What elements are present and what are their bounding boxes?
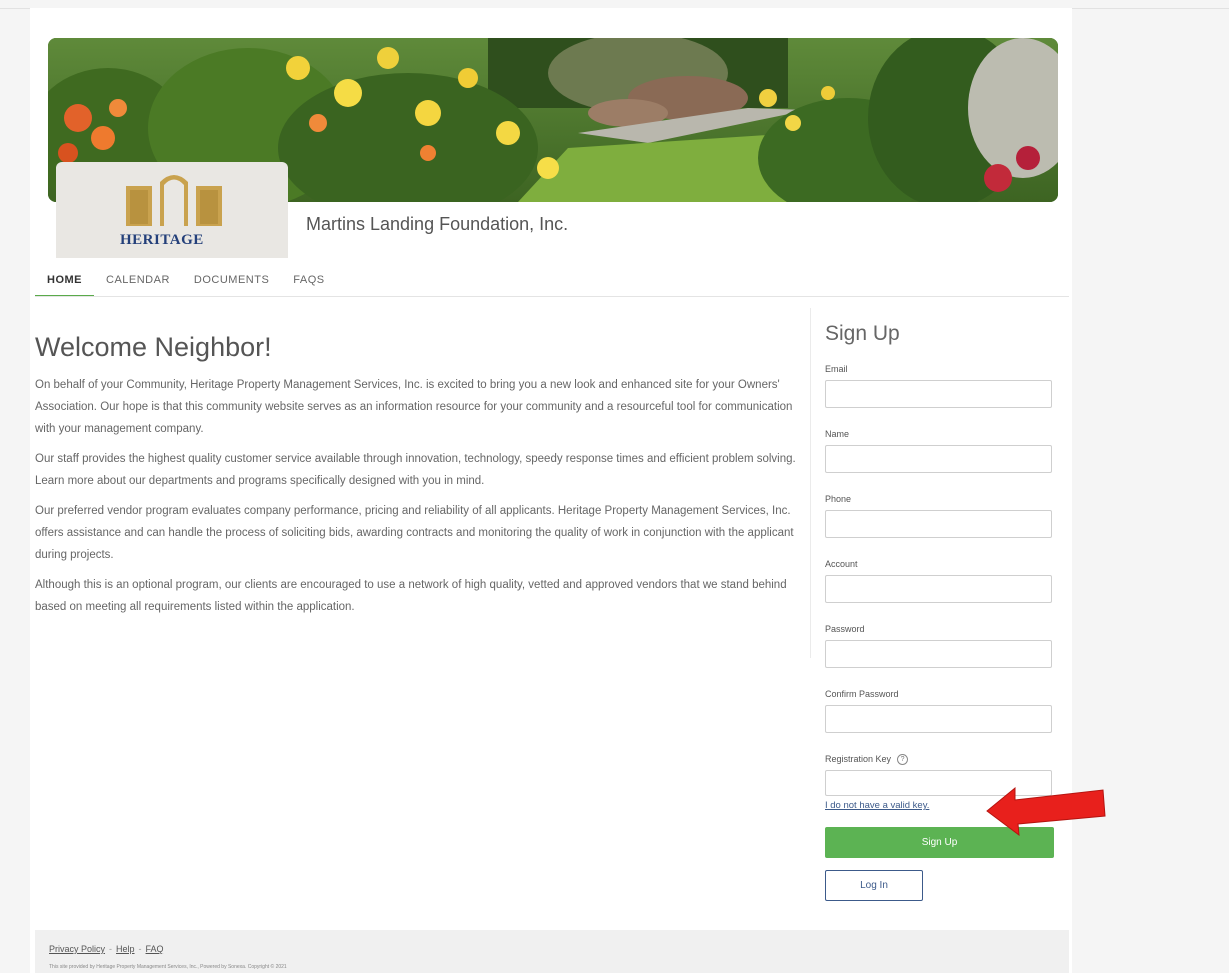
registration-key-label-row: Registration Key? (825, 752, 1055, 766)
signup-title: Sign Up (825, 322, 900, 345)
paragraph-optional: Although this is an optional program, ou… (35, 579, 787, 613)
footer: Privacy Policy - Help - FAQ This site provid… (35, 930, 1069, 973)
paragraph-staff: Our staff provides the highest quality c… (35, 453, 796, 487)
nav-calendar[interactable]: CALENDAR (94, 271, 182, 297)
paragraph-vendor: Our preferred vendor program evaluates c… (35, 505, 794, 561)
main-nav: HOME CALENDAR DOCUMENTS FAQS (35, 271, 337, 297)
nav-divider (35, 296, 1069, 297)
nav-faqs[interactable]: FAQS (281, 271, 336, 297)
email-field[interactable] (825, 380, 1052, 408)
faq-link[interactable]: FAQ (146, 944, 164, 954)
confirm-password-label: Confirm Password (825, 689, 899, 699)
account-label: Account (825, 559, 858, 569)
email-label: Email (825, 364, 848, 374)
registration-key-label: Registration Key (825, 754, 892, 764)
help-link[interactable]: Help (116, 944, 135, 954)
privacy-policy-link[interactable]: Privacy Policy (49, 944, 105, 954)
phone-label: Phone (825, 494, 852, 504)
organization-name: Martins Landing Foundation, Inc. (306, 214, 569, 234)
paragraph-intro: On behalf of your Community, Heritage Pr… (35, 379, 793, 435)
password-label: Password (825, 624, 865, 634)
red-arrow-icon (986, 786, 1106, 836)
gate-logo-icon (126, 175, 222, 226)
phone-field[interactable] (825, 510, 1052, 538)
name-field[interactable] (825, 445, 1052, 473)
confirm-password-field[interactable] (825, 705, 1052, 733)
password-field[interactable] (825, 640, 1052, 668)
nav-home[interactable]: HOME (35, 271, 94, 297)
logo-text: HERITAGE (120, 232, 204, 248)
page-title: Welcome Neighbor! (35, 332, 272, 362)
footer-links: Privacy Policy - Help - FAQ (49, 944, 164, 954)
welcome-text: On behalf of your Community, Heritage Pr… (35, 374, 800, 626)
nav-documents[interactable]: DOCUMENTS (182, 271, 281, 297)
question-circle-icon[interactable]: ? (897, 754, 909, 766)
heritage-logo[interactable]: HERITAGE (56, 162, 288, 258)
log-in-button[interactable]: Log In (825, 870, 923, 901)
footer-copyright: This site provided by Heritage Property … (49, 964, 287, 970)
name-label: Name (825, 429, 850, 439)
account-field[interactable] (825, 575, 1052, 603)
column-divider (810, 308, 811, 658)
